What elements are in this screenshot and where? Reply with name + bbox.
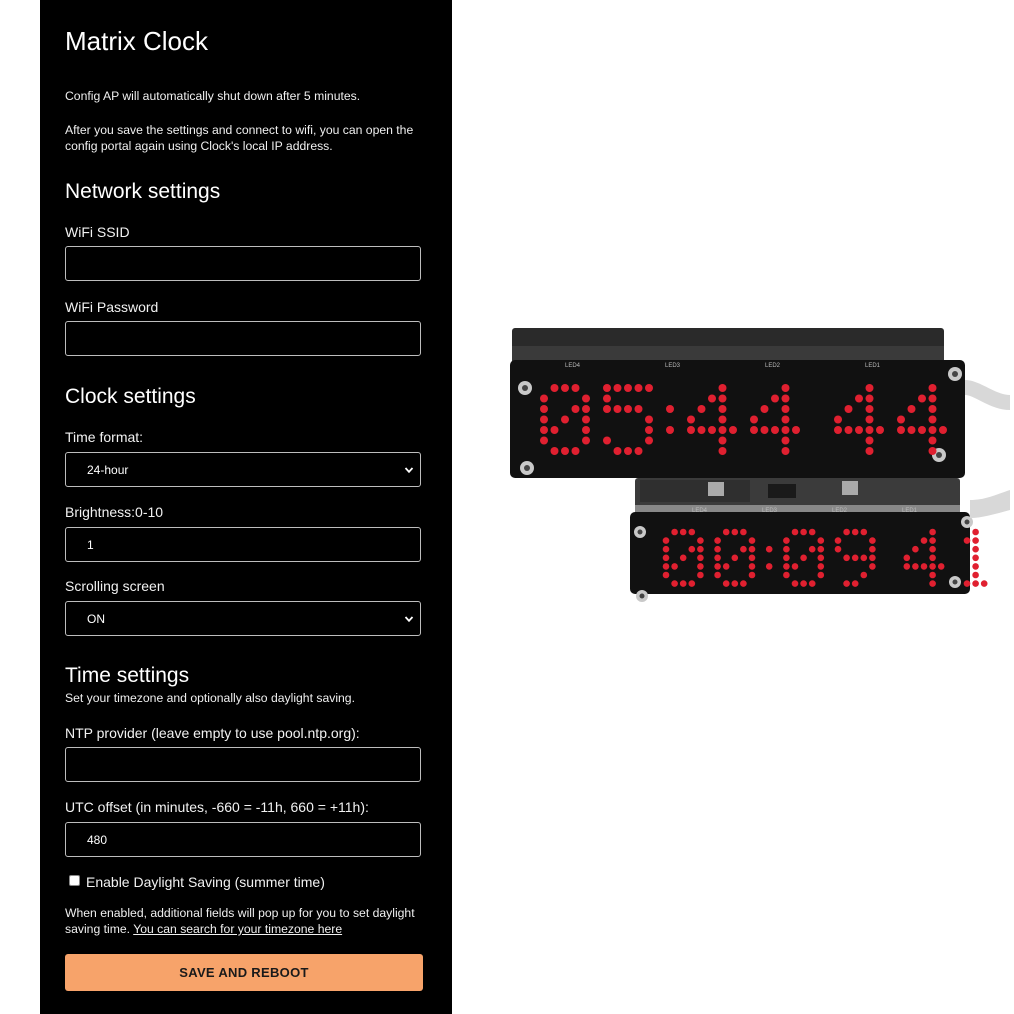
intro-text-1: Config AP will automatically shut down a… [65,89,361,103]
lower-clock-device: LED4 LED3 LED2 LED1 [630,478,1010,602]
intro-text-2b: config portal again using Clock's local … [65,139,333,153]
time-settings-subtitle: Set your timezone and optionally also da… [65,691,355,705]
time-format-value: 24-hour [87,462,129,477]
chevron-down-icon [404,466,414,473]
pcb-label: LED2 [765,363,781,369]
pcb-label: LED4 [565,363,581,369]
page-title: Matrix Clock [65,26,209,56]
wifi-ssid-label: WiFi SSID [65,224,130,240]
daylight-saving-label: Enable Daylight Saving (summer time) [86,874,325,890]
ntp-provider-label: NTP provider (leave empty to use pool.nt… [65,725,360,741]
ntp-provider-input[interactable] [65,747,421,782]
clock-settings-heading: Clock settings [65,385,196,408]
daylight-note-2: saving time. You can search for your tim… [65,921,342,937]
timezone-search-link[interactable]: You can search for your timezone here [133,922,342,936]
daylight-note-1: When enabled, additional fields will pop… [65,906,415,920]
upper-clock-device: LED4 LED3 LED2 LED1 [510,328,1010,478]
pcb-label: LED1 [865,363,881,369]
time-format-select[interactable]: 24-hour [65,452,421,487]
daylight-saving-checkbox[interactable] [69,875,80,886]
save-and-reboot-button[interactable]: SAVE AND REBOOT [65,954,423,991]
wifi-ssid-input[interactable] [65,246,421,281]
scrolling-screen-select[interactable]: ON [65,601,421,636]
utc-offset-input[interactable] [65,822,421,857]
chevron-down-icon [404,615,414,622]
daylight-note-2-text: saving time. [65,922,134,936]
matrix-clock-photo: LED4 LED3 LED2 LED1 LED4 LED3 LED2 LED1 [510,328,1010,602]
utc-offset-label: UTC offset (in minutes, -660 = -11h, 660… [65,799,369,815]
brightness-label: Brightness:0-10 [65,504,164,520]
brightness-input[interactable] [65,527,421,562]
network-settings-heading: Network settings [65,180,221,203]
scrolling-screen-value: ON [87,611,105,626]
time-settings-heading: Time settings [65,664,190,687]
wifi-password-input[interactable] [65,321,421,356]
intro-text-2a: After you save the settings and connect … [65,123,414,137]
config-panel: Matrix Clock Config AP will automaticall… [40,0,452,1014]
time-format-label: Time format: [65,429,144,445]
wifi-password-label: WiFi Password [65,299,159,315]
scrolling-screen-label: Scrolling screen [65,578,165,594]
pcb-label: LED3 [665,363,681,369]
